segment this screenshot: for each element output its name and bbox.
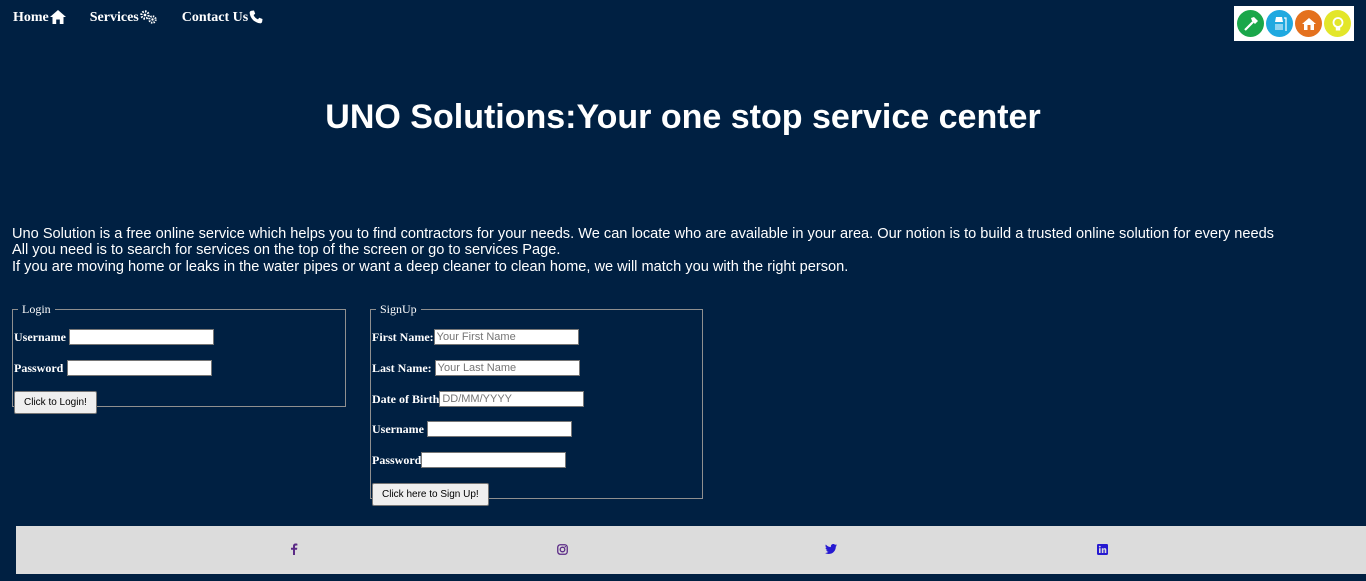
- nav-contact-link[interactable]: Contact Us: [182, 10, 264, 26]
- login-legend: Login: [22, 302, 51, 316]
- signup-dob-row: Date of Birth: [372, 391, 585, 407]
- login-username-row: Username: [14, 329, 214, 345]
- linkedin-icon[interactable]: [1095, 542, 1109, 556]
- footer: [16, 526, 1366, 574]
- gears-icon: [140, 10, 157, 24]
- login-password-label: Password: [14, 360, 64, 375]
- signup-password-label: Password: [372, 452, 422, 467]
- login-button[interactable]: Click to Login!: [14, 391, 97, 414]
- intro-line-1: Uno Solution is a free online service wh…: [12, 226, 1274, 242]
- login-form: Login Username Password Click to Login!: [12, 302, 346, 414]
- nav-home-label: Home: [13, 10, 49, 25]
- dob-input[interactable]: [439, 391, 585, 407]
- dob-label: Date of Birth: [372, 391, 440, 406]
- last-name-input[interactable]: [434, 360, 580, 376]
- signup-password-input[interactable]: [421, 452, 567, 468]
- login-username-input[interactable]: [68, 329, 214, 345]
- top-nav: Home Services Contact Us: [13, 8, 287, 28]
- first-name-label: First Name:: [372, 329, 434, 344]
- login-password-input[interactable]: [67, 360, 213, 376]
- page-title: UNO Solutions:Your one stop service cent…: [325, 98, 1041, 136]
- signup-password-row: Password: [372, 452, 567, 468]
- phone-icon: [249, 10, 263, 24]
- signup-username-label: Username: [372, 421, 424, 436]
- login-password-row: Password: [14, 360, 213, 376]
- intro-line-2: All you need is to search for services o…: [12, 242, 561, 259]
- signup-legend: SignUp: [380, 302, 417, 316]
- intro-text: Uno Solution is a free online service wh…: [12, 226, 1352, 275]
- twitter-icon[interactable]: [824, 542, 838, 556]
- logo: [1234, 6, 1354, 41]
- lightbulb-icon: [1324, 10, 1351, 37]
- first-name-input[interactable]: [433, 329, 579, 345]
- home-icon: [49, 10, 66, 24]
- signup-username-row: Username: [372, 421, 572, 437]
- nav-contact-label: Contact Us: [181, 10, 249, 25]
- shower-icon: [1266, 10, 1293, 37]
- instagram-icon[interactable]: [555, 542, 569, 556]
- facebook-icon[interactable]: [287, 542, 301, 556]
- nav-services-link[interactable]: Services: [90, 10, 158, 26]
- signup-first-name-row: First Name:: [372, 329, 579, 345]
- hammer-icon: [1237, 10, 1264, 37]
- house-icon: [1295, 10, 1322, 37]
- nav-home-link[interactable]: Home: [13, 10, 66, 26]
- nav-services-label: Services: [89, 10, 139, 25]
- signup-button[interactable]: Click here to Sign Up!: [372, 483, 489, 506]
- login-username-label: Username: [14, 329, 66, 344]
- signup-last-name-row: Last Name:: [372, 360, 580, 376]
- last-name-label: Last Name:: [372, 360, 432, 375]
- intro-line-3: If you are moving home or leaks in the w…: [12, 258, 849, 275]
- signup-form: SignUp First Name: Last Name: Date of Bi…: [370, 302, 703, 506]
- signup-username-input[interactable]: [426, 421, 572, 437]
